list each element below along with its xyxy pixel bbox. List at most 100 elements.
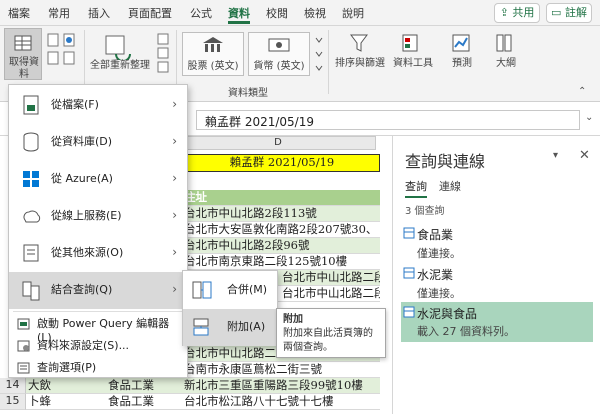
azure-icon — [23, 171, 39, 187]
address-cell[interactable]: 台南市永康區蔦松二街三號 — [184, 362, 380, 378]
menu-item-from-azure[interactable]: 從 Azure(A) › — [9, 161, 187, 198]
chevron-right-icon: › — [172, 245, 177, 259]
row-header[interactable]: 15 — [0, 394, 26, 410]
data-tools-label[interactable]: 資料工具 — [390, 58, 436, 70]
tab-queries[interactable]: 查詢 — [405, 178, 427, 198]
query-item[interactable]: 水泥業 僅連接。 — [401, 264, 593, 302]
data-source-settings-icon — [17, 340, 30, 352]
bank-icon — [203, 37, 223, 52]
menu-item-query-options[interactable]: 查詢選項(P) — [9, 357, 187, 379]
currency-button[interactable]: 貨幣 (英文) — [248, 32, 310, 76]
address-cell[interactable]: 台北市中山北路二段15樓 — [278, 270, 380, 286]
share-button[interactable]: ⇪ 共用 — [494, 3, 540, 23]
filter-icon[interactable] — [348, 32, 370, 54]
query-options-icon — [17, 362, 30, 374]
tab-file[interactable]: 檔案 — [8, 6, 30, 24]
currency-icon — [268, 38, 290, 52]
tab-home[interactable]: 常用 — [48, 6, 70, 24]
table-cell-name[interactable]: 卜蜂 — [26, 394, 106, 410]
tab-formulas[interactable]: 公式 — [190, 6, 212, 24]
outline-icon[interactable] — [494, 32, 516, 54]
menu-divider — [13, 311, 183, 312]
menu-item-combine-queries[interactable]: 結合查詢(Q) › — [9, 272, 187, 309]
table-cell-industry[interactable]: 食品工業 — [106, 394, 184, 410]
menu-item-from-online-services[interactable]: 從線上服務(E) › — [9, 198, 187, 235]
tooltip-body: 附加來自此活頁簿的兩個查詢。 — [283, 328, 373, 353]
data-types-more-icon[interactable] — [314, 34, 324, 74]
chevron-right-icon: › — [172, 282, 177, 296]
refresh-all-icon[interactable] — [104, 34, 134, 60]
database-icon — [23, 132, 39, 152]
chevron-right-icon: › — [172, 134, 177, 148]
share-icon: ⇪ — [499, 6, 509, 19]
get-data-small-icons[interactable] — [46, 32, 80, 78]
column-header-d[interactable]: D — [180, 136, 376, 150]
address-cell[interactable]: 台北市中山北路二段6樓 — [278, 286, 380, 302]
query-item[interactable]: 食品業 僅連接。 — [401, 224, 593, 262]
append-icon — [193, 318, 209, 336]
title-cell[interactable]: 賴孟群 2021/05/19 — [184, 154, 380, 172]
menu-item-from-file[interactable]: 從檔案(F) › — [9, 87, 187, 124]
power-query-icon — [17, 318, 30, 330]
ribbon-separator — [328, 30, 329, 94]
table-cell-name[interactable]: 大飲 — [26, 378, 106, 394]
data-types-group-label: 資料類型 — [228, 88, 268, 99]
close-icon[interactable]: ✕ — [579, 148, 590, 163]
header-cell-address[interactable]: 住址 — [184, 190, 380, 206]
outline-label[interactable]: 大綱 — [488, 58, 524, 70]
address-cell[interactable]: 台北市南京東路二段125號10樓 — [184, 254, 380, 270]
table-cell-industry[interactable]: 食品工業 — [106, 378, 184, 394]
query-table-icon — [403, 267, 415, 279]
refresh-all-label[interactable]: 全部重新整理 — [88, 60, 152, 72]
menu-item-from-database[interactable]: 從資料庫(D) › — [9, 124, 187, 161]
formula-input[interactable]: 賴孟群 2021/05/19 — [196, 110, 580, 130]
tab-data[interactable]: 資料 — [228, 6, 250, 24]
query-table-icon — [403, 227, 415, 239]
tab-review[interactable]: 校閱 — [266, 6, 288, 24]
chevron-right-icon: › — [172, 171, 177, 185]
query-item-selected[interactable]: 水泥與食品 載入 27 個資料列。 — [401, 302, 593, 342]
tab-page-layout[interactable]: 頁面配置 — [128, 6, 172, 24]
get-data-button[interactable]: 取得資料 — [4, 28, 42, 80]
tab-insert[interactable]: 插入 — [88, 6, 110, 24]
menu-item-from-other-sources[interactable]: 從其他來源(O) › — [9, 235, 187, 272]
comment-icon: ▭ — [551, 6, 562, 19]
address-cell[interactable]: 台北市中山北路2段96號 — [184, 238, 380, 254]
tab-connections[interactable]: 連線 — [439, 178, 461, 194]
address-cell[interactable]: 台北市大安區敦化南路2段207號30、 — [184, 222, 380, 238]
collapse-ribbon-icon[interactable]: ⌃ — [578, 86, 586, 97]
merge-icon — [192, 281, 212, 299]
table-cell-address[interactable]: 台北市松江路八十七號十七樓 — [184, 394, 380, 410]
pane-title: 查詢與連線 — [405, 152, 486, 171]
submenu-item-append[interactable]: 附加(A) — [183, 309, 277, 346]
database-table-icon — [14, 35, 32, 51]
tab-help[interactable]: 說明 — [342, 6, 364, 24]
table-cell-address[interactable]: 新北市三重區重陽路三段99號10樓 — [184, 378, 380, 394]
append-tooltip: 附加 附加來自此活頁簿的兩個查詢。 — [276, 308, 386, 358]
menu-item-data-source-settings[interactable]: 資料來源設定(S)... — [9, 335, 187, 357]
connections-small-icons[interactable] — [156, 32, 172, 74]
queries-connections-pane: 查詢與連線 ▾ ✕ 查詢 連線 3 個查詢 食品業 僅連接。 水泥業 僅連接。 … — [392, 136, 600, 414]
pane-options-icon[interactable]: ▾ — [553, 150, 558, 161]
tooltip-title: 附加 — [283, 314, 303, 325]
combine-queries-icon — [22, 281, 40, 301]
data-tools-icon[interactable] — [400, 32, 422, 54]
address-cell[interactable]: 台北市中山北路2段113號 — [184, 206, 380, 222]
tab-view[interactable]: 檢視 — [304, 6, 326, 24]
other-sources-icon — [23, 244, 39, 262]
file-icon — [23, 95, 39, 115]
forecast-label[interactable]: 預測 — [444, 58, 480, 70]
expand-formula-icon[interactable]: ⌄ — [585, 112, 593, 123]
chevron-right-icon: › — [172, 97, 177, 111]
chevron-right-icon: › — [172, 208, 177, 222]
sort-filter-label[interactable]: 排序與篩選 — [334, 58, 386, 70]
row-header[interactable]: 14 — [0, 378, 26, 394]
stocks-button[interactable]: 股票 (英文) — [182, 32, 244, 76]
ribbon-tab-bar: 檔案 常用 插入 頁面配置 公式 資料 校閱 檢視 說明 ⇪ 共用 ▭ 註解 — [0, 0, 600, 26]
forecast-icon[interactable] — [450, 32, 472, 54]
menu-item-launch-power-query[interactable]: 啟動 Power Query 編輯器(L)... — [9, 313, 187, 344]
query-table-icon — [403, 306, 415, 318]
comments-button[interactable]: ▭ 註解 — [546, 3, 592, 23]
submenu-item-merge[interactable]: 合併(M) — [183, 272, 277, 309]
query-count: 3 個查詢 — [405, 206, 445, 217]
